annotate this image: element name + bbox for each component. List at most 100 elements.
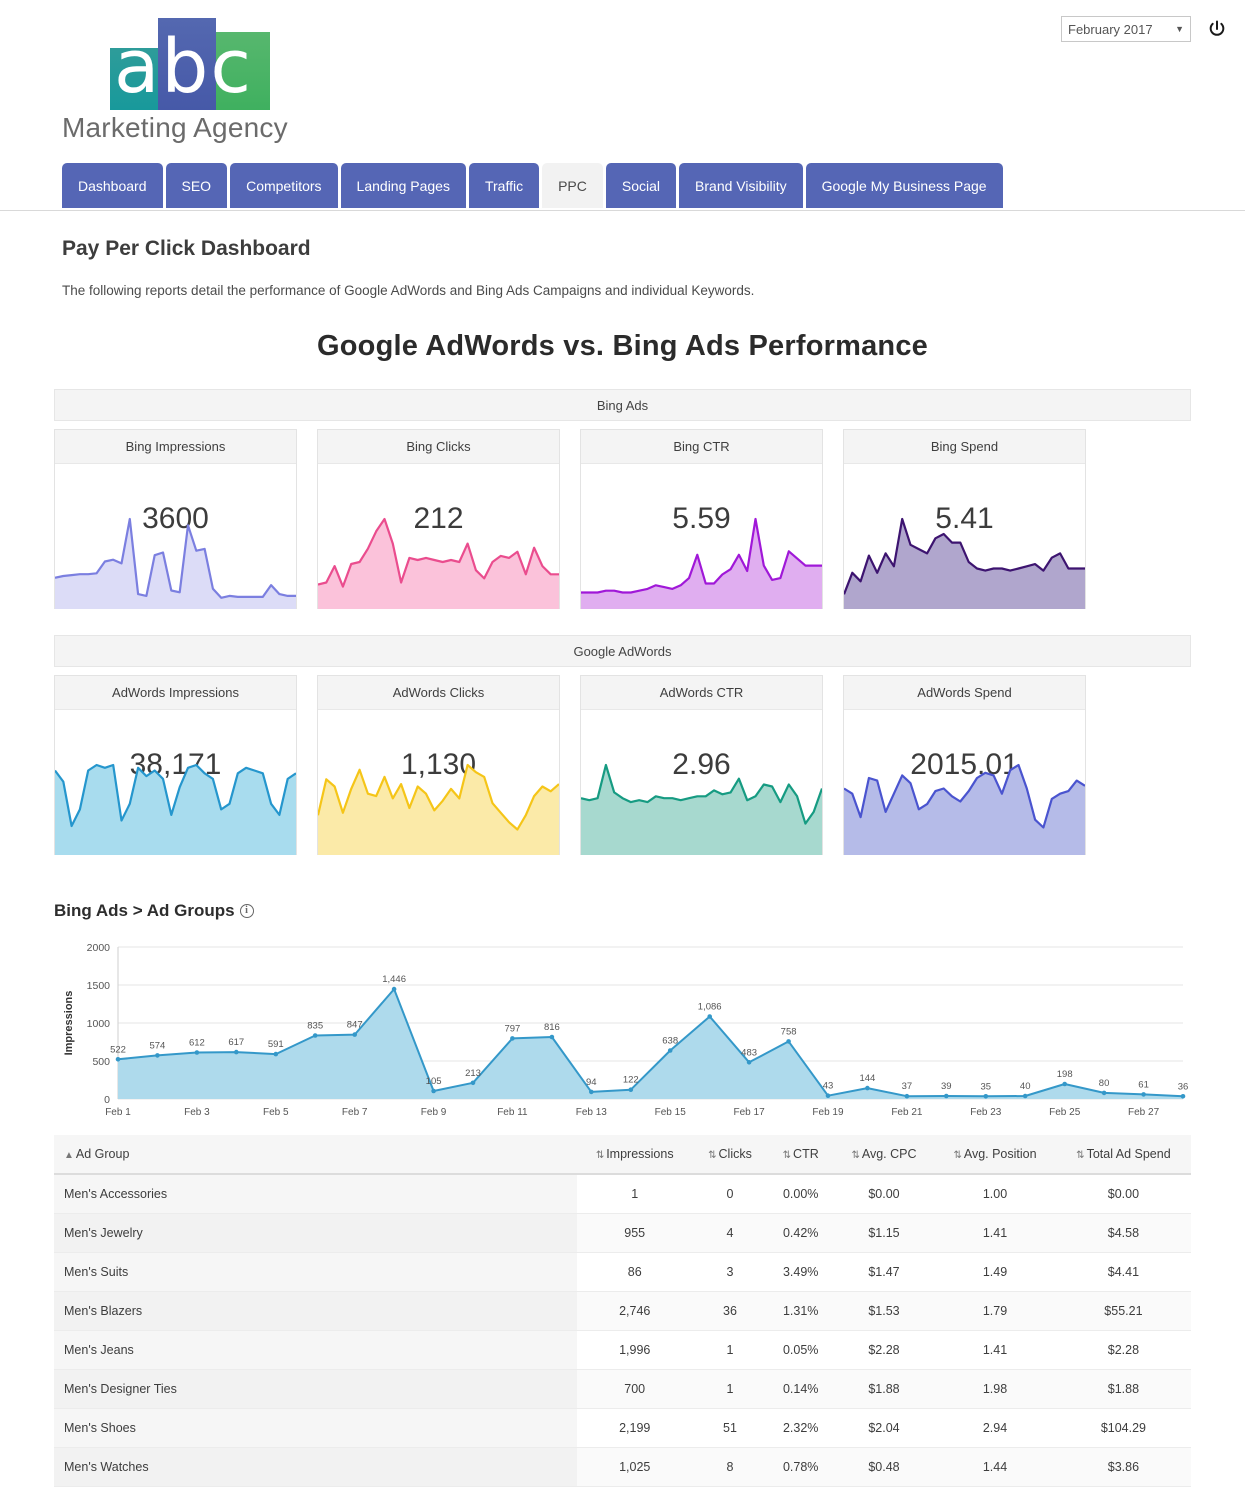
tab-seo[interactable]: SEO — [166, 163, 228, 208]
cell-ctr: 0.78% — [768, 1448, 834, 1487]
data-point[interactable] — [510, 1036, 515, 1041]
kpi-card-title: AdWords CTR — [581, 676, 822, 710]
tab-dashboard[interactable]: Dashboard — [62, 163, 163, 208]
cell-clicks: 1 — [692, 1331, 767, 1370]
section-header-google-adwords-label: Google AdWords — [573, 644, 671, 659]
cell-avg-cpc: $2.28 — [834, 1331, 934, 1370]
data-point[interactable] — [905, 1094, 910, 1099]
data-point[interactable] — [1023, 1094, 1028, 1099]
x-axis-tick-label: Feb 9 — [421, 1107, 447, 1118]
data-point[interactable] — [629, 1087, 634, 1092]
cell-ad-group-name: Men's Accessories — [54, 1174, 577, 1214]
period-select[interactable]: February 2017 ▼ — [1061, 16, 1191, 42]
data-point[interactable] — [1141, 1092, 1146, 1097]
data-point-label: 617 — [228, 1037, 244, 1048]
data-point[interactable] — [826, 1093, 831, 1098]
data-point[interactable] — [234, 1050, 239, 1055]
data-point[interactable] — [352, 1032, 357, 1037]
data-point-label: 80 — [1099, 1078, 1110, 1089]
data-point-label: 591 — [268, 1039, 284, 1050]
cell-avg-position: 1.41 — [934, 1331, 1056, 1370]
data-point[interactable] — [865, 1086, 870, 1091]
sparkline — [55, 755, 296, 855]
cell-avg-position: 1.44 — [934, 1448, 1056, 1487]
data-point[interactable] — [550, 1035, 555, 1040]
table-row[interactable]: Men's Accessories100.00%$0.001.00$0.00 — [54, 1174, 1191, 1214]
sort-icon: ⇅ — [1076, 1150, 1084, 1161]
y-axis-tick-label: 500 — [92, 1056, 110, 1068]
tab-google-my-business-page[interactable]: Google My Business Page — [806, 163, 1003, 208]
page-title: Pay Per Click Dashboard — [62, 237, 1245, 261]
brand-logo[interactable]: abc Marketing Agency — [62, 18, 362, 144]
column-header-label: Total Ad Spend — [1087, 1147, 1171, 1161]
sparkline — [844, 755, 1085, 855]
data-point[interactable] — [1102, 1091, 1107, 1096]
y-axis-tick-label: 1500 — [87, 980, 111, 992]
info-icon[interactable]: i — [240, 904, 254, 918]
section-header-bing-ads: Bing Ads — [54, 389, 1191, 421]
data-point[interactable] — [195, 1050, 200, 1055]
tab-competitors[interactable]: Competitors — [230, 163, 337, 208]
cell-ctr: 0.14% — [768, 1370, 834, 1409]
table-row[interactable]: Men's Blazers2,746361.31%$1.531.79$55.21 — [54, 1292, 1191, 1331]
column-header-clicks[interactable]: ⇅Clicks — [692, 1135, 767, 1174]
data-point[interactable] — [392, 987, 397, 992]
tab-social[interactable]: Social — [606, 163, 676, 208]
data-point[interactable] — [116, 1057, 121, 1062]
column-header-avg-position[interactable]: ⇅Avg. Position — [934, 1135, 1056, 1174]
column-header-total-ad-spend[interactable]: ⇅Total Ad Spend — [1056, 1135, 1191, 1174]
data-point[interactable] — [984, 1094, 989, 1099]
column-header-ad-group[interactable]: ▲Ad Group — [54, 1135, 577, 1174]
data-point[interactable] — [707, 1014, 712, 1019]
column-header-impressions[interactable]: ⇅Impressions — [577, 1135, 692, 1174]
table-head: ▲Ad Group ⇅Impressions ⇅Clicks ⇅CTR ⇅Avg… — [54, 1135, 1191, 1174]
data-point[interactable] — [431, 1089, 436, 1094]
kpi-card-body: 212 — [318, 464, 559, 608]
tab-landing-pages[interactable]: Landing Pages — [341, 163, 466, 208]
tab-brand-visibility[interactable]: Brand Visibility — [679, 163, 803, 208]
cell-clicks: 36 — [692, 1292, 767, 1331]
data-point[interactable] — [668, 1048, 673, 1053]
data-point[interactable] — [155, 1053, 160, 1058]
bing-kpi-row: Bing Impressions3600 Bing Clicks212 Bing… — [54, 429, 1191, 609]
section-header-bing-ads-label: Bing Ads — [597, 398, 648, 413]
tab-traffic[interactable]: Traffic — [469, 163, 539, 208]
y-axis-tick-label: 0 — [104, 1094, 110, 1106]
data-point[interactable] — [944, 1094, 949, 1099]
table-row[interactable]: Men's Shoes2,199512.32%$2.042.94$104.29 — [54, 1409, 1191, 1448]
cell-avg-cpc: $1.88 — [834, 1370, 934, 1409]
cell-ad-group-name: Men's Blazers — [54, 1292, 577, 1331]
data-point[interactable] — [786, 1039, 791, 1044]
data-point[interactable] — [589, 1090, 594, 1095]
data-point[interactable] — [1181, 1094, 1186, 1099]
cell-total-ad-spend: $0.00 — [1056, 1174, 1191, 1214]
column-header-label: Clicks — [719, 1147, 752, 1161]
data-point-label: 37 — [902, 1081, 913, 1092]
table-row[interactable]: Men's Jeans1,99610.05%$2.281.41$2.28 — [54, 1331, 1191, 1370]
power-icon[interactable] — [1207, 19, 1227, 39]
kpi-card-title: AdWords Impressions — [55, 676, 296, 710]
x-axis-tick-label: Feb 19 — [812, 1107, 844, 1118]
table-row[interactable]: Men's Suits8633.49%$1.471.49$4.41 — [54, 1253, 1191, 1292]
cell-avg-cpc: $1.53 — [834, 1292, 934, 1331]
table-row[interactable]: Men's Watches1,02580.78%$0.481.44$3.86 — [54, 1448, 1191, 1487]
cell-avg-cpc: $0.00 — [834, 1174, 934, 1214]
table-row[interactable]: Men's Designer Ties70010.14%$1.881.98$1.… — [54, 1370, 1191, 1409]
kpi-card-title: Bing Spend — [844, 430, 1085, 464]
section-header-google-adwords: Google AdWords — [54, 635, 1191, 667]
data-point[interactable] — [274, 1052, 279, 1057]
column-header-ctr[interactable]: ⇅CTR — [768, 1135, 834, 1174]
data-point[interactable] — [313, 1033, 318, 1038]
cell-ad-group-name: Men's Jeans — [54, 1331, 577, 1370]
tab-ppc[interactable]: PPC — [542, 163, 603, 208]
data-point[interactable] — [1062, 1082, 1067, 1087]
data-point-label: 94 — [586, 1077, 597, 1088]
y-axis-title: Impressions — [63, 991, 75, 1056]
data-point[interactable] — [747, 1060, 752, 1065]
column-header-avg-cpc[interactable]: ⇅Avg. CPC — [834, 1135, 934, 1174]
table-row[interactable]: Men's Jewelry95540.42%$1.151.41$4.58 — [54, 1214, 1191, 1253]
cell-total-ad-spend: $3.86 — [1056, 1448, 1191, 1487]
data-point[interactable] — [471, 1081, 476, 1086]
cell-impressions: 955 — [577, 1214, 692, 1253]
period-select-value: February 2017 — [1068, 22, 1153, 37]
